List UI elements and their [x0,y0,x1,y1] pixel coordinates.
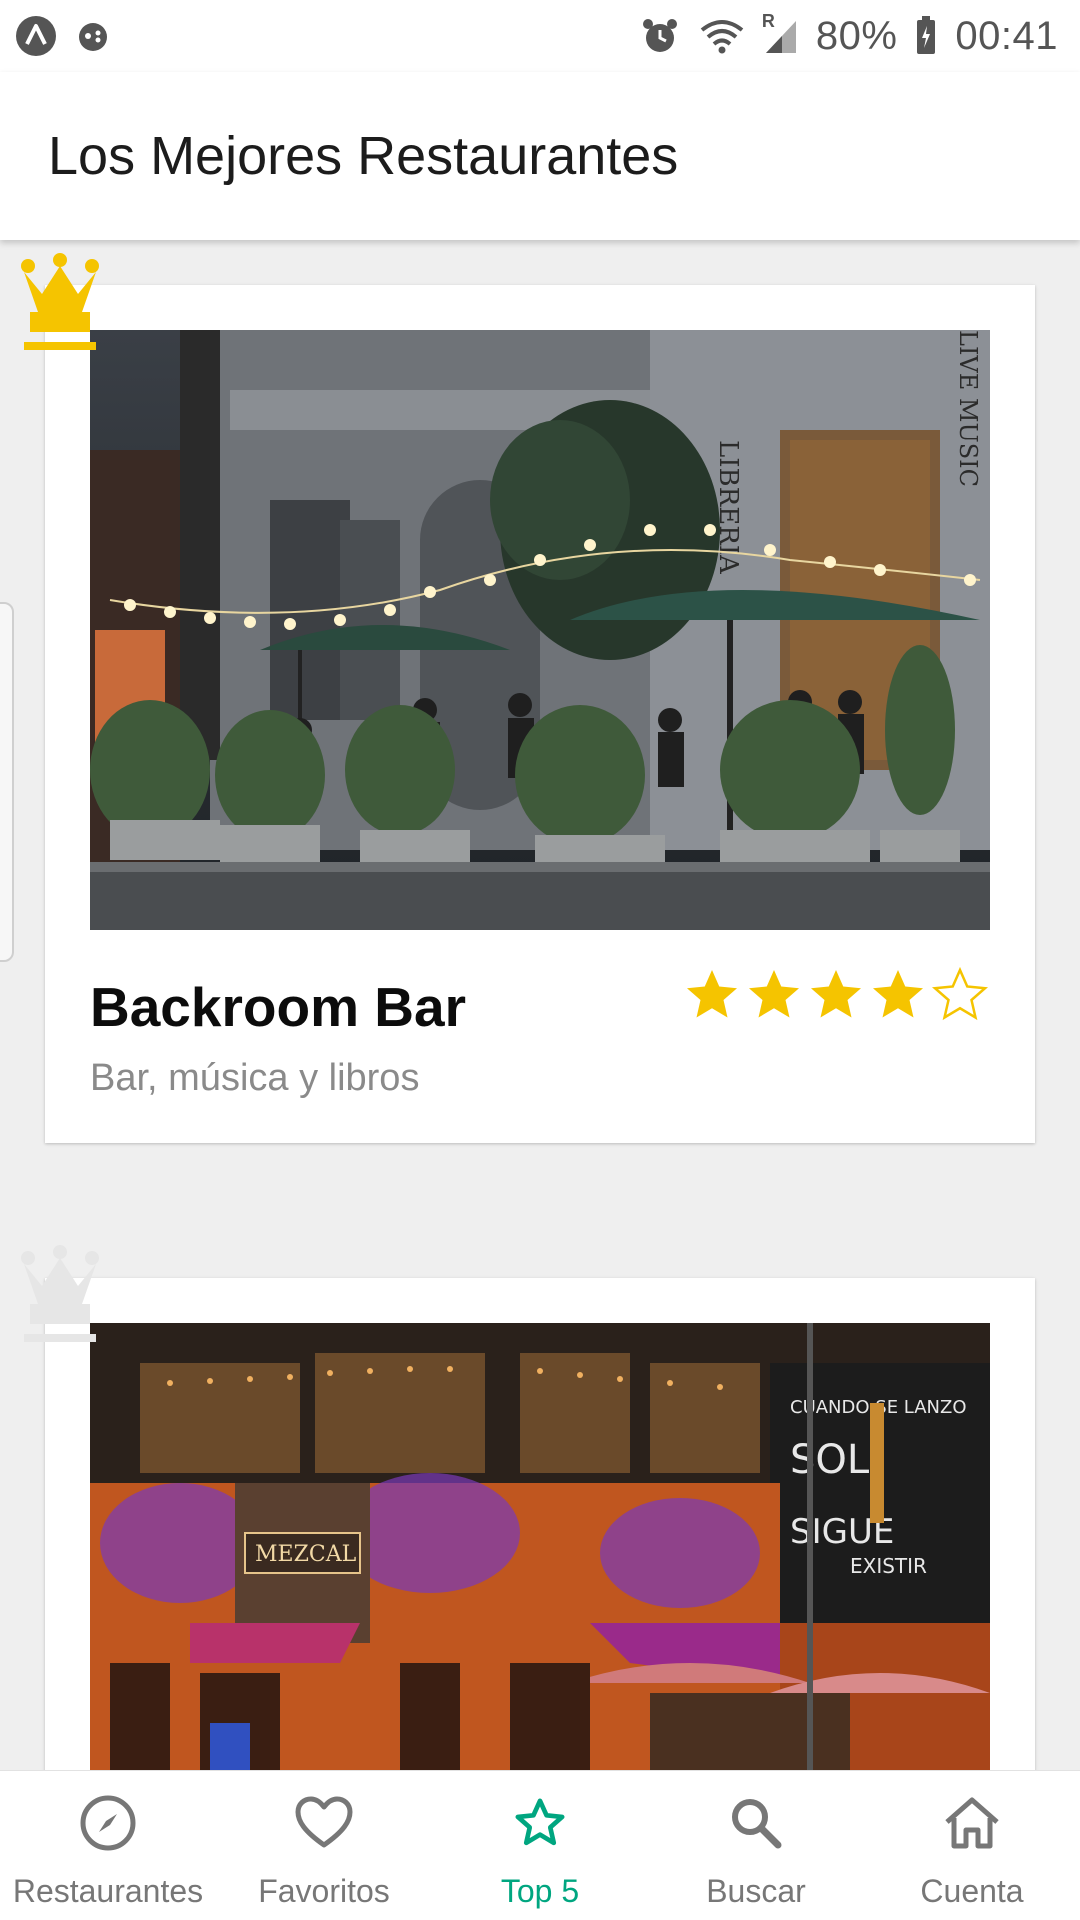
star-filled-icon [687,970,737,1018]
wifi-icon [698,16,746,56]
nav-label: Top 5 [500,1873,580,1909]
game-notification-icon [76,19,110,53]
page-title: Los Mejores Restaurantes [48,126,679,186]
alarm-icon [640,16,680,56]
search-icon [726,1793,786,1853]
battery-percent: 80% [815,13,898,58]
nav-item-top5[interactable]: Top 5 [432,1771,648,1920]
chalkboard-text: EXISTIR [850,1554,927,1578]
restaurant-name: Backroom Bar [90,976,466,1038]
star-icon [510,1793,570,1853]
restaurant-list[interactable]: LIBRERIA LIVE MUSIC Backroom Bar Bar, mú… [0,240,1080,1770]
star-filled-icon [749,970,799,1018]
battery-charging-icon [915,16,937,56]
nav-item-cuenta[interactable]: Cuenta [864,1771,1080,1920]
restaurant-card[interactable]: CUANDO SE LANZO SOL SIGUE EXISTIR MEZCAL [45,1278,1035,1770]
star-rating [682,965,990,1025]
sign-live-music: LIVE MUSIC [954,330,982,487]
heart-icon [294,1793,354,1853]
clock: 00:41 [955,13,1058,58]
nav-label: Buscar [706,1873,806,1909]
star-filled-icon [873,970,923,1018]
nav-item-buscar[interactable]: Buscar [648,1771,864,1920]
status-bar: R 80% 00:41 [0,0,1080,72]
nav-label: Cuenta [920,1873,1024,1909]
nav-label: Favoritos [258,1873,390,1909]
nav-label: Restaurantes [12,1873,204,1909]
app-notification-icon [14,14,58,58]
restaurant-description: Bar, música y libros [90,1057,420,1099]
restaurant-card[interactable]: LIBRERIA LIVE MUSIC Backroom Bar Bar, mú… [45,285,1035,1143]
restaurant-photo[interactable]: CUANDO SE LANZO SOL SIGUE EXISTIR MEZCAL [90,1323,990,1770]
star-empty-icon [931,966,989,1021]
nav-item-restaurantes[interactable]: Restaurantes [0,1771,216,1920]
restaurant-photo[interactable]: LIBRERIA LIVE MUSIC [90,330,990,930]
app-bar: Los Mejores Restaurantes [0,72,1080,240]
signal-icon: R [762,11,798,55]
home-icon [942,1793,1002,1853]
drawer-edge-handle[interactable] [0,602,14,962]
bottom-navigation: Restaurantes Favoritos Top 5 Buscar Cuen… [0,1770,1080,1920]
nav-item-favoritos[interactable]: Favoritos [216,1771,432,1920]
star-filled-icon [811,970,861,1018]
roaming-mark: R [761,11,775,31]
chalkboard-text: SOL [790,1437,870,1483]
crown-gold-icon [18,252,102,357]
crown-silver-icon [18,1244,102,1349]
sign-mezcal: MEZCAL [255,1542,357,1567]
compass-icon [78,1793,138,1853]
